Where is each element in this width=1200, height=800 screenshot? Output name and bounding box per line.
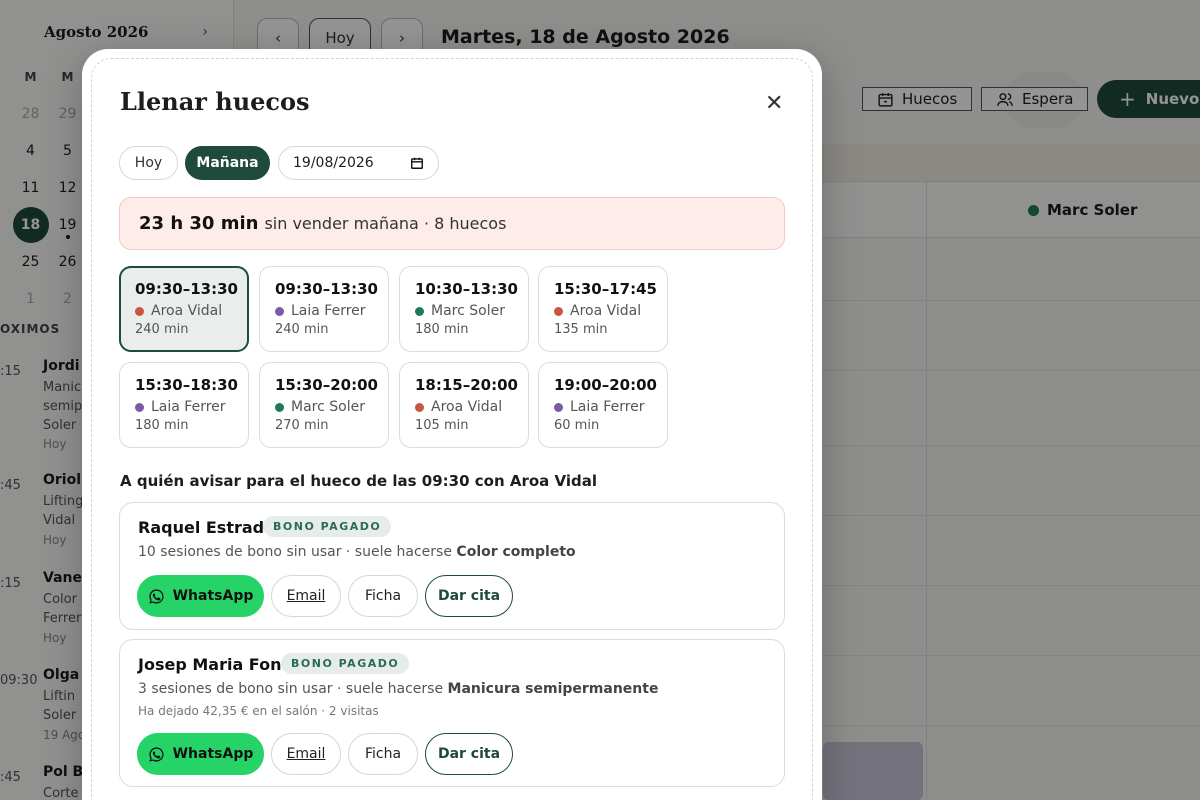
- client-usual-service: Manicura semipermanente: [447, 681, 659, 697]
- gap-slot-duration: 180 min: [135, 418, 189, 433]
- close-icon[interactable]: ✕: [765, 93, 783, 115]
- gap-slot-staff-name: Aroa Vidal: [151, 303, 223, 319]
- unsold-summary-banner: 23 h 30 min sin vender mañana · 8 huecos: [119, 197, 785, 250]
- email-button[interactable]: Email: [271, 575, 341, 617]
- gap-slot-time: 09:30–13:30: [275, 280, 378, 298]
- staff-color-dot: [135, 306, 144, 316]
- gap-slot-duration: 270 min: [275, 418, 329, 433]
- gap-slot-duration: 135 min: [554, 322, 608, 337]
- client-description-text: 3 sesiones de bono sin usar · suele hace…: [138, 681, 444, 697]
- date-field[interactable]: 19/08/2026: [278, 146, 439, 180]
- gap-slot-staff: Aroa Vidal: [135, 303, 247, 319]
- tab-manana[interactable]: Mañana: [185, 146, 270, 180]
- whatsapp-button-label: WhatsApp: [172, 746, 254, 762]
- whatsapp-icon: [149, 588, 164, 604]
- gap-slot-duration: 60 min: [554, 418, 600, 433]
- tab-hoy[interactable]: Hoy: [119, 146, 178, 180]
- ficha-button[interactable]: Ficha: [348, 733, 418, 775]
- gap-slot-staff-name: Aroa Vidal: [431, 399, 503, 415]
- gap-slot-time: 15:30–20:00: [275, 376, 378, 394]
- email-button[interactable]: Email: [271, 733, 341, 775]
- staff-color-dot: [135, 402, 144, 412]
- ficha-button[interactable]: Ficha: [348, 575, 418, 617]
- gap-slot[interactable]: 15:30–20:00 Marc Soler 270 min: [259, 362, 389, 448]
- client-name: Josep Maria Font: [138, 655, 290, 674]
- client-card: Josep Maria Font BONO PAGADO 3 sesiones …: [119, 639, 785, 787]
- gap-slot[interactable]: 19:00–20:00 Laia Ferrer 60 min: [538, 362, 668, 448]
- gap-slot-time: 15:30–18:30: [135, 376, 238, 394]
- client-description: 3 sesiones de bono sin usar · suele hace…: [138, 681, 658, 697]
- gap-slot-duration: 240 min: [275, 322, 329, 337]
- gap-slot-staff-name: Marc Soler: [291, 399, 365, 415]
- client-description-text: 10 sesiones de bono sin usar · suele hac…: [138, 544, 452, 560]
- gap-slot-time: 15:30–17:45: [554, 280, 657, 298]
- whatsapp-icon: [149, 746, 164, 762]
- gap-slot-staff: Marc Soler: [275, 399, 388, 415]
- gap-slot-time: 18:15–20:00: [415, 376, 518, 394]
- gap-slot[interactable]: 09:30–13:30 Laia Ferrer 240 min: [259, 266, 389, 352]
- gap-slot[interactable]: 10:30–13:30 Marc Soler 180 min: [399, 266, 529, 352]
- client-description: 10 sesiones de bono sin usar · suele hac…: [138, 544, 576, 560]
- client-name: Raquel Estrada: [138, 518, 275, 537]
- client-card: Raquel Estrada BONO PAGADO 10 sesiones d…: [119, 502, 785, 630]
- gap-slot-staff: Marc Soler: [415, 303, 528, 319]
- staff-color-dot: [275, 402, 284, 412]
- gap-slot-staff: Aroa Vidal: [554, 303, 667, 319]
- gap-slot-time: 09:30–13:30: [135, 280, 238, 298]
- staff-color-dot: [415, 306, 424, 316]
- gap-slot-staff: Aroa Vidal: [415, 399, 528, 415]
- whatsapp-button-label: WhatsApp: [172, 588, 254, 604]
- date-field-value: 19/08/2026: [293, 155, 374, 171]
- gap-slot[interactable]: 15:30–17:45 Aroa Vidal 135 min: [538, 266, 668, 352]
- gap-slot-duration: 240 min: [135, 322, 189, 337]
- calendar-icon: [411, 157, 423, 169]
- staff-color-dot: [415, 402, 424, 412]
- gap-slot-duration: 180 min: [415, 322, 469, 337]
- client-spend-info: Ha dejado 42,35 € en el salón · 2 visita…: [138, 704, 379, 718]
- give-appointment-button[interactable]: Dar cita: [425, 575, 513, 617]
- gap-slot[interactable]: 09:30–13:30 Aroa Vidal 240 min: [119, 266, 249, 352]
- gap-slot-staff: Laia Ferrer: [135, 399, 248, 415]
- fill-gaps-dialog: Llenar huecos ✕ Hoy Mañana 19/08/2026 23…: [82, 49, 822, 800]
- gap-slot-staff: Laia Ferrer: [275, 303, 388, 319]
- gap-slot-time: 10:30–13:30: [415, 280, 518, 298]
- gap-slot-staff-name: Aroa Vidal: [570, 303, 642, 319]
- unsold-time: 23 h 30 min: [139, 213, 259, 234]
- status-badge: BONO PAGADO: [263, 516, 392, 537]
- dialog-title: Llenar huecos: [120, 87, 310, 116]
- gap-slot[interactable]: 15:30–18:30 Laia Ferrer 180 min: [119, 362, 249, 448]
- whatsapp-button[interactable]: WhatsApp: [137, 733, 264, 775]
- gap-slot-staff-name: Marc Soler: [431, 303, 505, 319]
- gap-slot-time: 19:00–20:00: [554, 376, 657, 394]
- gap-slot[interactable]: 18:15–20:00 Aroa Vidal 105 min: [399, 362, 529, 448]
- gap-slot-duration: 105 min: [415, 418, 469, 433]
- staff-color-dot: [554, 306, 563, 316]
- unsold-summary-text: sin vender mañana · 8 huecos: [264, 214, 507, 233]
- gap-slot-staff-name: Laia Ferrer: [151, 399, 226, 415]
- staff-color-dot: [554, 402, 563, 412]
- status-badge: BONO PAGADO: [281, 653, 410, 674]
- gap-slot-staff-name: Laia Ferrer: [291, 303, 366, 319]
- client-usual-service: Color completo: [456, 544, 576, 560]
- whatsapp-button[interactable]: WhatsApp: [137, 575, 264, 617]
- staff-color-dot: [275, 306, 284, 316]
- give-appointment-button[interactable]: Dar cita: [425, 733, 513, 775]
- gap-slot-staff-name: Laia Ferrer: [570, 399, 645, 415]
- notify-section-title: A quién avisar para el hueco de las 09:3…: [120, 472, 598, 490]
- gap-slot-staff: Laia Ferrer: [554, 399, 667, 415]
